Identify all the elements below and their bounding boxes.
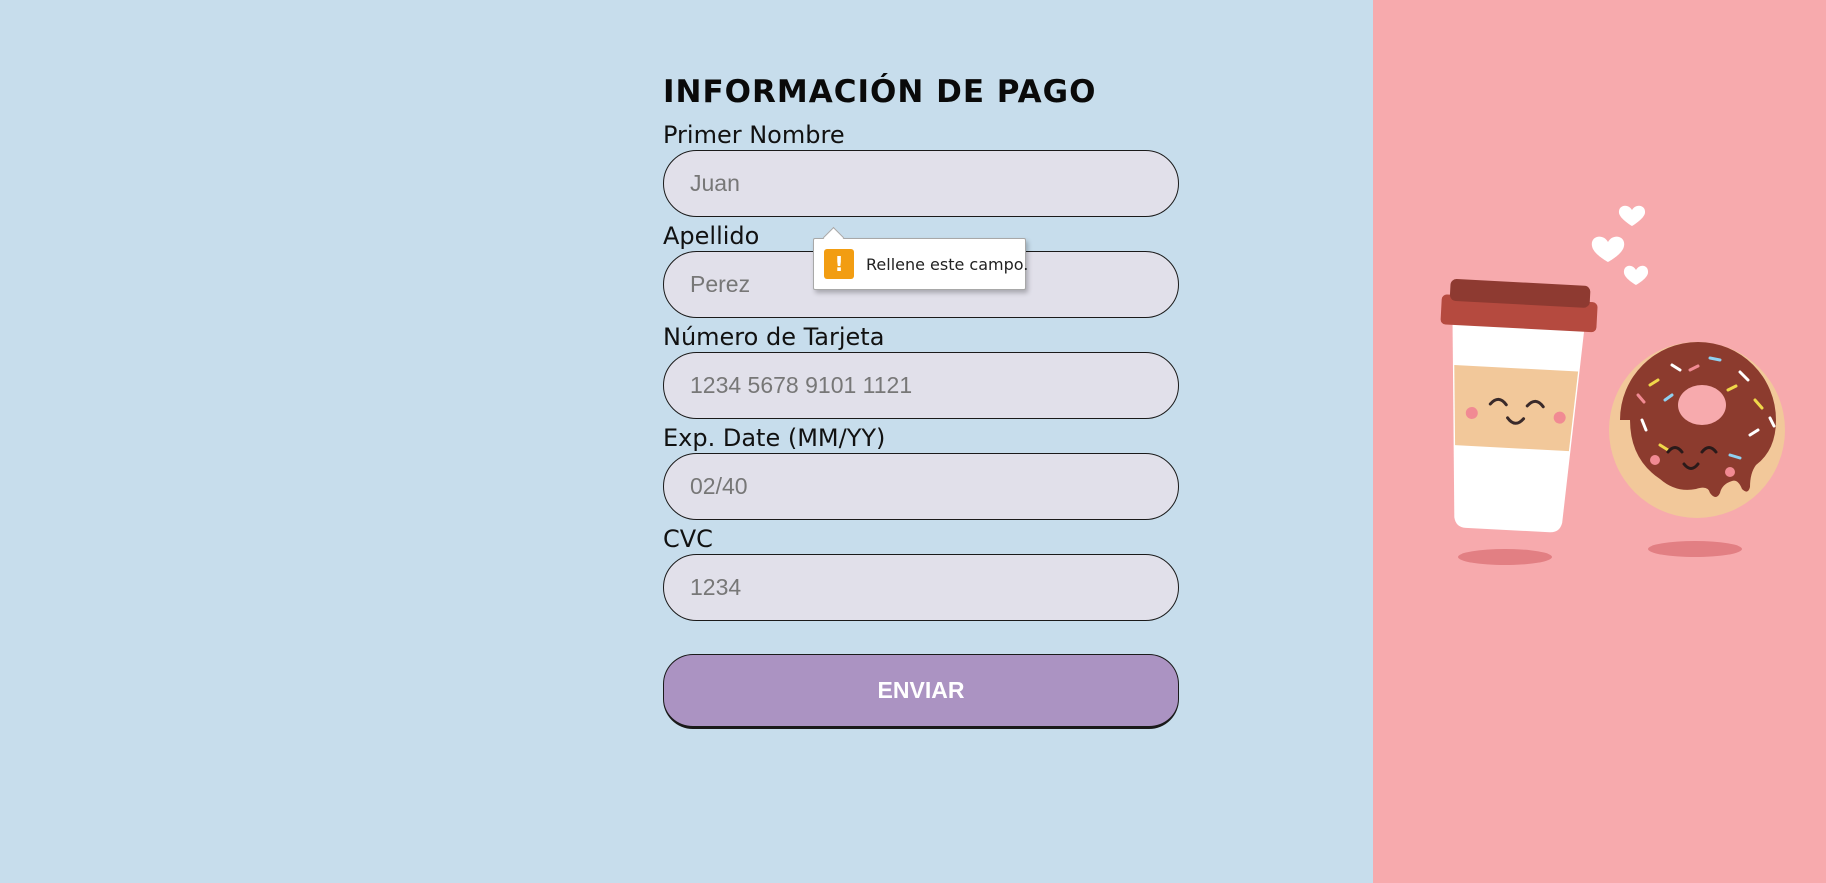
first-name-label: Primer Nombre <box>663 121 845 149</box>
exp-date-label: Exp. Date (MM/YY) <box>663 424 886 452</box>
payment-form: INFORMACIÓN DE PAGO Primer Nombre Apelli… <box>663 68 1179 729</box>
heart-icon <box>1623 265 1649 285</box>
cvc-input[interactable] <box>663 554 1179 621</box>
warning-icon: ! <box>824 249 854 279</box>
first-name-input[interactable] <box>663 150 1179 217</box>
cvc-label: CVC <box>663 525 713 553</box>
heart-icon <box>1618 205 1646 226</box>
submit-button[interactable]: ENVIAR <box>663 654 1179 729</box>
exp-date-input[interactable] <box>663 453 1179 520</box>
heart-icon <box>1591 236 1625 262</box>
card-number-label: Número de Tarjeta <box>663 323 885 351</box>
coffee-cup-icon <box>1440 279 1598 533</box>
coffee-donut-illustration <box>1440 205 1785 565</box>
tooltip-message: Rellene este campo. <box>866 254 1029 274</box>
page-title: INFORMACIÓN DE PAGO <box>663 74 1097 110</box>
donut-icon <box>1609 342 1785 518</box>
validation-tooltip: ! Rellene este campo. <box>813 226 1029 290</box>
card-number-input[interactable] <box>663 352 1179 419</box>
